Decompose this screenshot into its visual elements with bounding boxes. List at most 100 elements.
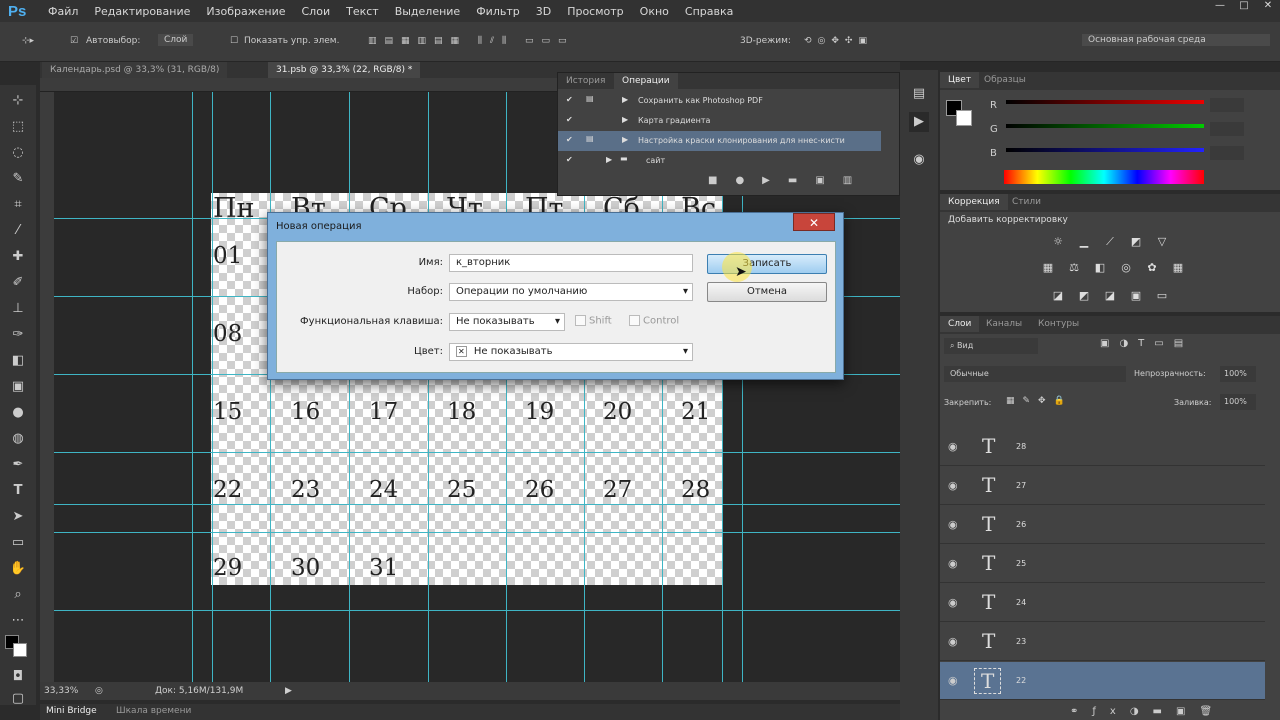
action-row-selected[interactable]: ✔ ▤ ▶ Настройка краски клонирования для нн…: [558, 131, 881, 151]
color-select[interactable]: ✕ Не показывать ▾: [449, 343, 693, 361]
type-tool-icon[interactable]: T: [8, 481, 28, 501]
healing-tool-icon[interactable]: ✚: [8, 247, 28, 267]
set-select[interactable]: Операции по умолчанию ▾: [449, 283, 693, 301]
hand-tool-icon[interactable]: ✋: [8, 559, 28, 579]
move-tool-icon[interactable]: ⊹: [8, 91, 28, 111]
guide-vertical[interactable]: [428, 92, 429, 682]
tab-actions[interactable]: Операции: [614, 73, 678, 89]
menu-filter[interactable]: Фильтр: [468, 5, 528, 18]
eye-icon[interactable]: ◉: [948, 518, 958, 531]
gradient-map-icon[interactable]: ▭: [1154, 288, 1170, 304]
tab-adjustments[interactable]: Коррекция: [940, 194, 1008, 210]
info-icon[interactable]: ◉: [909, 150, 929, 170]
align-icons[interactable]: ▥▤▦▥▤▦ ⫼⫽⫼ ▭▭▭: [368, 36, 575, 46]
name-input[interactable]: к_вторник: [449, 254, 693, 272]
channel-r-slider[interactable]: [1006, 100, 1204, 104]
tab-color[interactable]: Цвет: [940, 72, 980, 88]
menu-edit[interactable]: Редактирование: [86, 5, 198, 18]
dodge-tool-icon[interactable]: ◍: [8, 429, 28, 449]
eraser-tool-icon[interactable]: ◧: [8, 351, 28, 371]
tab-mini-bridge[interactable]: Mini Bridge: [46, 706, 97, 716]
kind-filter-select[interactable]: ⌕ Вид: [944, 338, 1038, 354]
menu-3d[interactable]: 3D: [528, 5, 559, 18]
selective-color-icon[interactable]: ▣: [1128, 288, 1144, 304]
levels-icon[interactable]: ▁: [1076, 234, 1092, 250]
path-select-tool-icon[interactable]: ➤: [8, 507, 28, 527]
actions-controls[interactable]: ■●▶▬▣▥: [708, 175, 870, 186]
action-set-row[interactable]: ✔ ▶ ▬ сайт: [558, 151, 881, 171]
lock-icons[interactable]: ▦✎✥🔒: [1006, 396, 1073, 406]
zoom-level[interactable]: 33,33%: [44, 686, 78, 696]
channel-b-value[interactable]: [1210, 146, 1244, 160]
channel-mixer-icon[interactable]: ✿: [1144, 260, 1160, 276]
history-brush-icon[interactable]: ✑: [8, 325, 28, 345]
invert-icon[interactable]: ◪: [1050, 288, 1066, 304]
tab-swatches[interactable]: Образцы: [976, 72, 1034, 88]
blend-mode-select[interactable]: Обычные: [944, 366, 1126, 382]
shift-checkbox[interactable]: Shift: [575, 315, 612, 327]
actions-icon[interactable]: ▶: [909, 112, 929, 132]
tab-paths[interactable]: Контуры: [1030, 316, 1087, 332]
crop-tool-icon[interactable]: ⌗: [8, 195, 28, 215]
function-key-select[interactable]: Не показывать ▾: [449, 313, 565, 331]
tab-styles[interactable]: Стили: [1004, 194, 1049, 210]
dialog-close-button[interactable]: ✕: [793, 213, 835, 231]
layer-row[interactable]: ◉ T 25: [940, 545, 1265, 583]
channel-r-value[interactable]: [1210, 98, 1244, 112]
eye-icon[interactable]: ◉: [948, 440, 958, 453]
eye-icon[interactable]: ◉: [948, 557, 958, 570]
menu-select[interactable]: Выделение: [387, 5, 469, 18]
threshold-icon[interactable]: ◪: [1102, 288, 1118, 304]
pen-tool-icon[interactable]: ✒: [8, 455, 28, 475]
exposure-icon[interactable]: ◩: [1128, 234, 1144, 250]
eyedropper-tool-icon[interactable]: ⁄: [8, 221, 28, 241]
color-balance-icon[interactable]: ⚖: [1066, 260, 1082, 276]
screen-mode-icon[interactable]: ▢: [8, 689, 28, 709]
brush-tool-icon[interactable]: ✐: [8, 273, 28, 293]
tab-layers[interactable]: Слои: [940, 316, 980, 332]
curves-icon[interactable]: ⟋: [1102, 234, 1118, 250]
tab-calendar[interactable]: Календарь.psd @ 33,3% (31, RGB/8): [42, 62, 228, 78]
guide-vertical[interactable]: [349, 92, 350, 682]
autoselect-target-select[interactable]: Слой: [158, 34, 194, 46]
menu-image[interactable]: Изображение: [198, 5, 293, 18]
guide-vertical[interactable]: [506, 92, 507, 682]
lasso-tool-icon[interactable]: ◌: [8, 143, 28, 163]
control-checkbox[interactable]: Control: [629, 315, 679, 327]
layer-row[interactable]: ◉ T 28: [940, 428, 1265, 466]
black-white-icon[interactable]: ◧: [1092, 260, 1108, 276]
guide-horizontal[interactable]: [54, 504, 900, 505]
guide-horizontal[interactable]: [54, 452, 900, 453]
quick-select-tool-icon[interactable]: ✎: [8, 169, 28, 189]
autoselect-checkbox[interactable]: ☑: [70, 36, 78, 46]
tab-channels[interactable]: Каналы: [978, 316, 1030, 332]
action-row[interactable]: ✔ ▶ Карта градиента: [558, 111, 881, 131]
brightness-icon[interactable]: ☼: [1050, 234, 1066, 250]
quick-mask-icon[interactable]: ◘: [8, 667, 28, 687]
bg-color-swatch[interactable]: [956, 110, 972, 126]
more-tools-icon[interactable]: ⋯: [8, 611, 28, 631]
guide-horizontal[interactable]: [54, 610, 900, 611]
vibrance-icon[interactable]: ▽: [1154, 234, 1170, 250]
stamp-tool-icon[interactable]: ⊥: [8, 299, 28, 319]
hue-saturation-icon[interactable]: ▦: [1040, 260, 1056, 276]
tab-timeline[interactable]: Шкала времени: [116, 706, 191, 716]
layer-row-selected[interactable]: ◉ T 22: [940, 662, 1265, 700]
background-color-swatch[interactable]: [13, 643, 27, 657]
minimize-button[interactable]: —: [1208, 0, 1232, 14]
menu-help[interactable]: Справка: [677, 5, 741, 18]
marquee-tool-icon[interactable]: ⬚: [8, 117, 28, 137]
layer-row[interactable]: ◉ T 24: [940, 584, 1265, 622]
tab-history[interactable]: История: [558, 73, 613, 89]
layer-row[interactable]: ◉ T 23: [940, 623, 1265, 661]
show-controls-checkbox[interactable]: ☐: [230, 36, 238, 46]
posterize-icon[interactable]: ◩: [1076, 288, 1092, 304]
move-tool-icon[interactable]: ⊹▸: [22, 36, 34, 46]
eye-icon[interactable]: ◉: [948, 674, 958, 687]
status-icon[interactable]: ◎: [95, 686, 103, 696]
close-window-button[interactable]: ✕: [1256, 0, 1280, 14]
menu-window[interactable]: Окно: [632, 5, 677, 18]
guide-vertical[interactable]: [270, 92, 271, 682]
photo-filter-icon[interactable]: ◎: [1118, 260, 1134, 276]
cancel-button[interactable]: Отмена: [707, 282, 827, 302]
